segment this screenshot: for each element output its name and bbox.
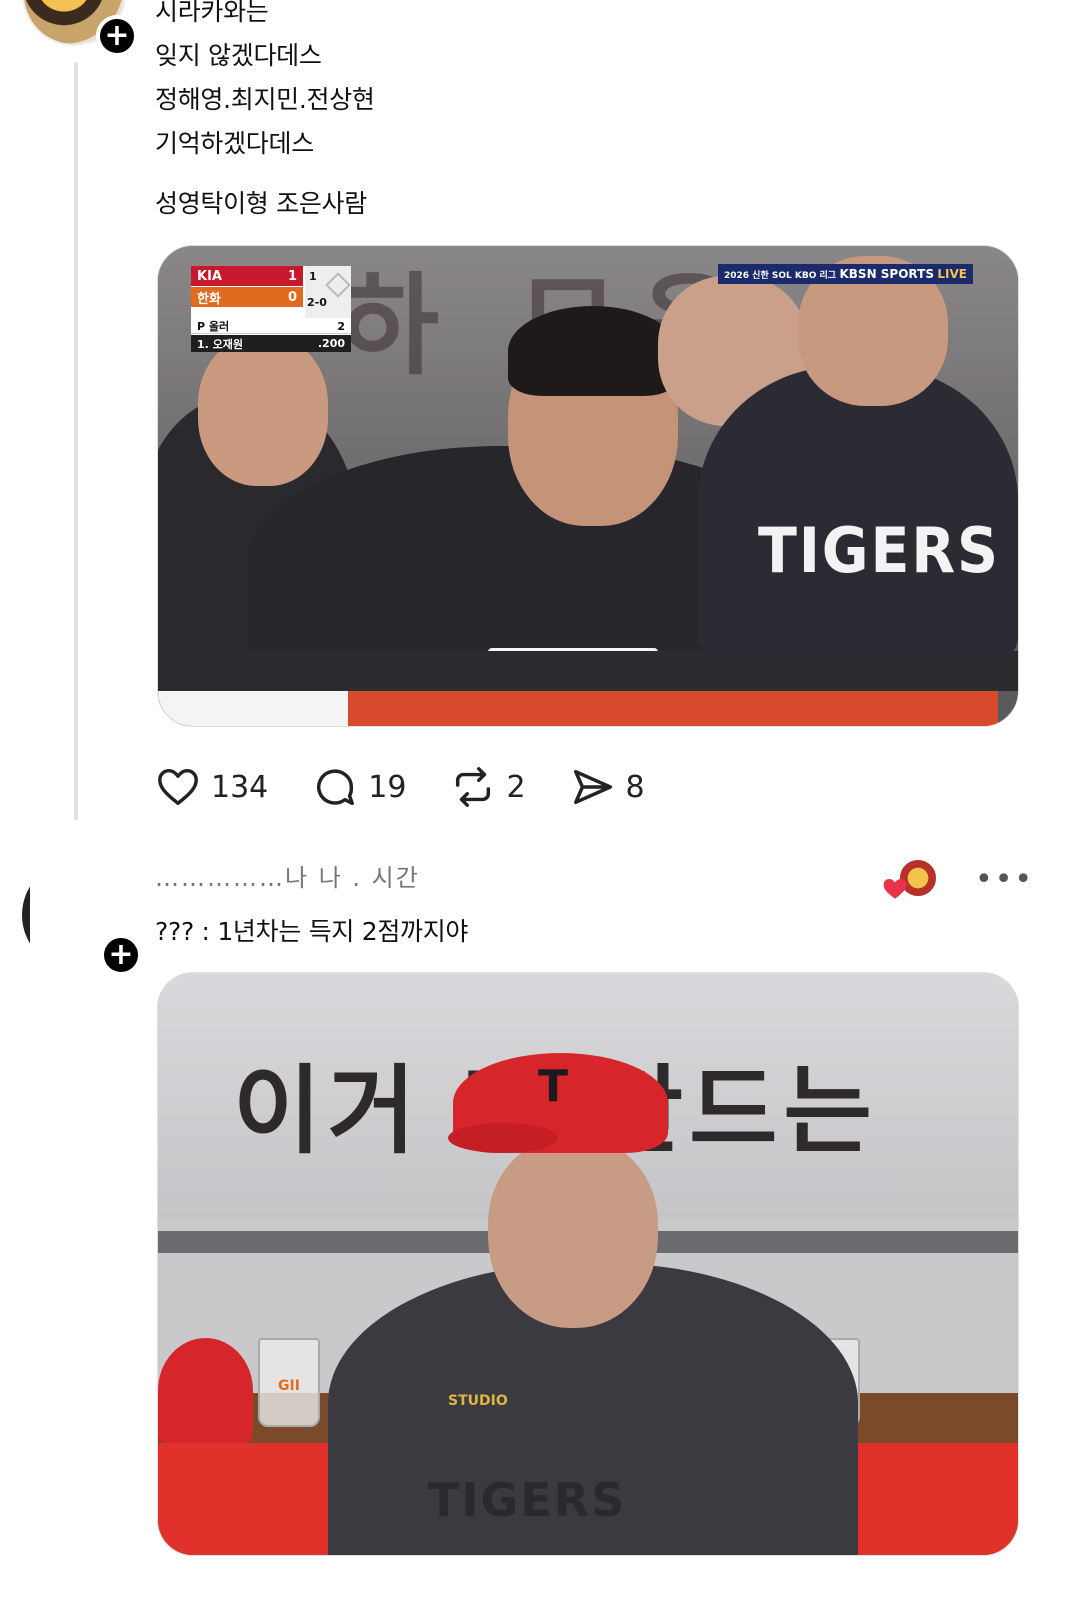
follow-plus-icon[interactable]: +: [96, 15, 138, 57]
more-options-icon[interactable]: •••: [975, 862, 1034, 897]
jersey-tigers-text: TIGERS: [758, 514, 1000, 587]
scorebug-team2: 한화 0: [191, 287, 303, 307]
repost-button[interactable]: 2: [450, 764, 526, 810]
post-actions-bar: 134 19 2 8: [155, 760, 689, 814]
scorebug-batter: 1. 오재원 .200: [191, 335, 351, 352]
scorebug-team1: KIA 1: [191, 266, 303, 286]
reply-username[interactable]: ……………나 나 . 시간: [155, 858, 420, 893]
dugout-rail: [158, 651, 1018, 691]
scorebug-inning-count: 1 2-0: [305, 266, 351, 318]
player-cap-brim: [448, 1123, 558, 1153]
hoodie-tigers-text: TIGERS: [428, 1473, 627, 1527]
dugout-rail-white: [158, 691, 348, 726]
follow-plus-icon[interactable]: +: [100, 934, 142, 976]
reply-photo-dugout[interactable]: 이거 면 만드는 GII GII T STUDIO TIGERS: [157, 972, 1019, 1556]
reply-button[interactable]: 19: [312, 764, 406, 810]
post-text-line: 잊지 않겠다데스: [155, 41, 322, 70]
tv-scorebug: KIA 1 한화 0 1 2-0 P 올러 2 1. 오재원 .200: [191, 266, 351, 352]
comment-bubble-icon: [317, 769, 355, 806]
share-button[interactable]: 8: [570, 764, 645, 810]
reply-text: ??? : 1년차는 득지 2점까지야: [155, 917, 469, 946]
post-text-line: 시라카와는: [155, 0, 269, 26]
liked-heart-icon: [883, 879, 907, 899]
thread-connector-line: [74, 62, 78, 822]
player-left-head: [198, 336, 328, 486]
post-text-line: 정해영.최지민.전상현: [155, 85, 375, 114]
heart-icon: [158, 768, 198, 806]
reply-count: 19: [368, 769, 407, 805]
red-cap-on-bench: [158, 1338, 253, 1443]
post-text-line: 성영탁이형 조은사람: [155, 189, 367, 218]
hoodie-studio-text: STUDIO: [448, 1393, 508, 1409]
scorebug-pitcher: P 올러 2: [191, 319, 351, 334]
repost-count: 2: [506, 769, 526, 805]
post-text-line: 기억하겠다데스: [155, 129, 314, 158]
dugout-rail-red: [348, 691, 998, 726]
drink-cup-left: GII: [258, 1338, 320, 1427]
like-count: 134: [211, 769, 269, 805]
player-writing-hair: [508, 306, 678, 396]
repost-icon: [456, 767, 491, 807]
post-photo-dugout[interactable]: 하 모음 TIGERS KIA 1 한화 0 1 2-0 P 올러 2 1. 오…: [157, 245, 1019, 727]
broadcast-bug: 2026 신한 SOL KBO 리그 KBSN SPORTS LIVE: [718, 264, 973, 284]
share-count: 8: [625, 769, 645, 805]
send-icon: [573, 769, 612, 805]
like-button[interactable]: 134: [155, 764, 268, 810]
player-face: [488, 1138, 658, 1328]
cap-logo: T: [538, 1061, 569, 1112]
